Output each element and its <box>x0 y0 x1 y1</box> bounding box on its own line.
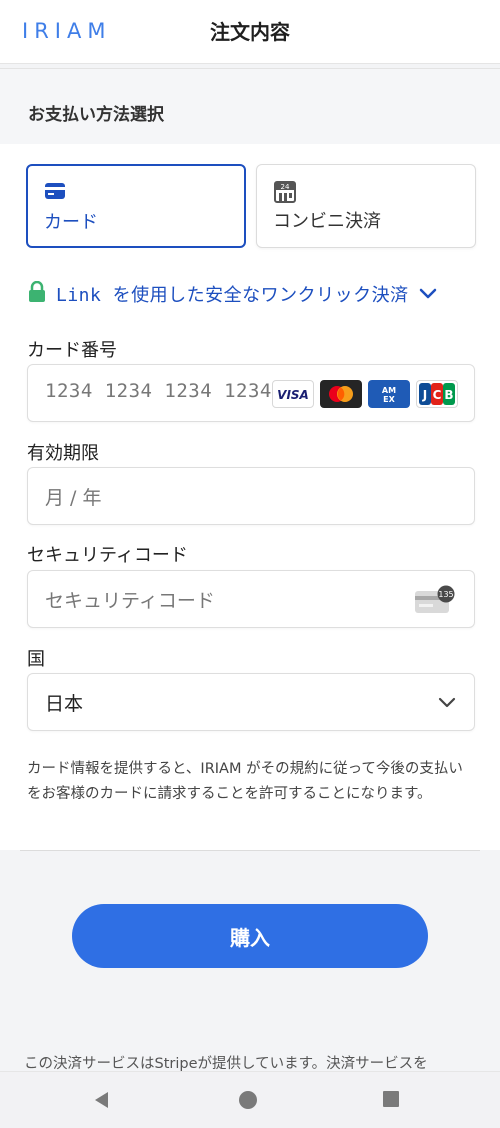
country-label: 国 <box>27 649 45 670</box>
app-header: IRIAM 注文内容 <box>0 0 500 64</box>
svg-text:C: C <box>433 388 442 402</box>
payment-section-header: お支払い方法選択 <box>0 69 500 144</box>
svg-text:B: B <box>444 388 453 402</box>
lock-icon <box>28 280 46 307</box>
buy-button[interactable]: 購入 <box>72 904 428 968</box>
svg-text:VISA: VISA <box>277 388 309 401</box>
back-icon[interactable] <box>92 1090 110 1114</box>
expiry-placeholder: 月 / 年 <box>45 487 102 509</box>
payment-method-card[interactable]: カード <box>26 164 246 248</box>
card-number-placeholder: 1234 1234 1234 1234 <box>45 380 272 402</box>
link-text: Link を使用した安全なワンクリック決済 <box>56 285 409 306</box>
chevron-down-icon <box>438 694 456 713</box>
payment-method-konbini-label: コンビニ決済 <box>273 211 381 232</box>
card-number-input[interactable]: 1234 1234 1234 1234 VISA AM EX J C B <box>27 364 475 422</box>
visa-icon: VISA <box>272 380 314 408</box>
expiry-input[interactable]: 月 / 年 <box>27 467 475 525</box>
cvc-label: セキュリティコード <box>27 545 188 566</box>
chevron-down-icon <box>419 285 437 304</box>
recents-icon[interactable] <box>382 1090 400 1112</box>
form-divider <box>20 850 480 851</box>
svg-text:J: J <box>422 388 427 402</box>
page-title: 注文内容 <box>210 20 290 44</box>
home-icon[interactable] <box>238 1090 258 1114</box>
payment-method-card-label: カード <box>44 212 98 233</box>
cvc-badge-text: 135 <box>438 590 453 599</box>
credit-card-icon <box>44 182 66 204</box>
mastercard-icon <box>320 380 362 408</box>
cvc-input[interactable]: セキュリティコード 135 <box>27 570 475 628</box>
card-brands: VISA AM EX J C B <box>272 380 458 408</box>
section-title: お支払い方法選択 <box>28 105 164 125</box>
stripe-footer-text: この決済サービスはStripeが提供しています。決済サービスを <box>24 1056 428 1072</box>
card-number-label: カード番号 <box>27 340 117 361</box>
jcb-icon: J C B <box>416 380 458 408</box>
svg-text:EX: EX <box>383 395 395 404</box>
amex-icon: AM EX <box>368 380 410 408</box>
cvc-card-icon: 135 <box>414 585 456 619</box>
payment-method-konbini[interactable]: 24 コンビニ決済 <box>256 164 476 248</box>
convenience-store-icon: 24 <box>273 181 297 207</box>
terms-text: カード情報を提供すると、IRIAM がその規約に従って今後の支払いをお客様のカー… <box>27 761 463 802</box>
expiry-label: 有効期限 <box>27 443 99 464</box>
cvc-placeholder: セキュリティコード <box>45 590 215 612</box>
svg-text:AM: AM <box>382 386 396 395</box>
svg-text:24: 24 <box>281 183 290 191</box>
country-select[interactable]: 日本 <box>27 673 475 731</box>
system-nav-bar <box>0 1071 500 1128</box>
country-value: 日本 <box>45 693 84 715</box>
link-one-click-toggle[interactable]: Link を使用した安全なワンクリック決済 <box>28 280 437 308</box>
